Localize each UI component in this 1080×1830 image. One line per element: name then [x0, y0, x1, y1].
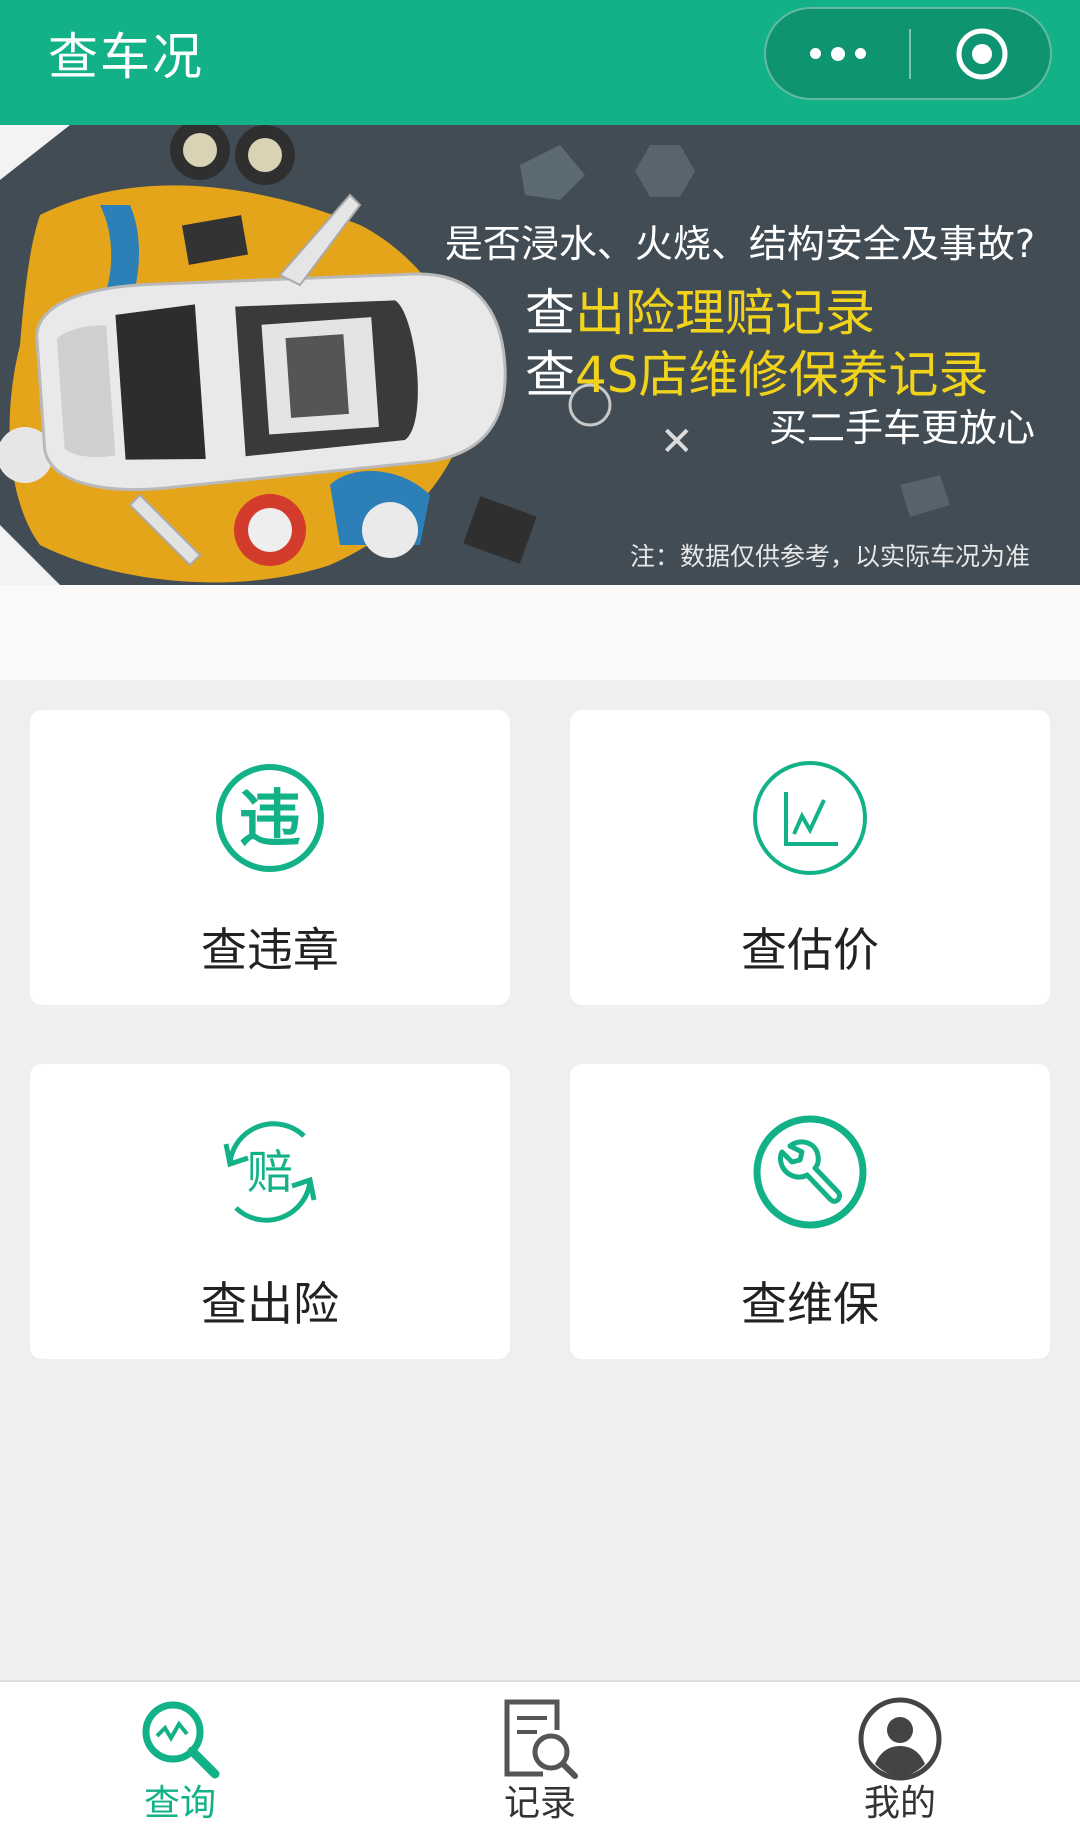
wrench-icon	[753, 1115, 867, 1229]
promo-banner[interactable]: ✕ 是否浸水、火烧、结构安全及事故? 查出险理赔记录 查4S店维修保养记录 买二…	[0, 125, 1080, 585]
card-label: 查违章	[201, 923, 339, 977]
card-label: 查出险	[201, 1277, 339, 1331]
banner-spacer	[0, 585, 1080, 680]
card-check-maintenance[interactable]: 查维保	[570, 1064, 1050, 1359]
more-button[interactable]	[766, 9, 909, 98]
card-check-valuation[interactable]: 查估价	[570, 710, 1050, 1005]
card-label: 查维保	[741, 1277, 879, 1331]
records-icon	[504, 1699, 578, 1779]
nav-header: 查车况	[0, 0, 1080, 125]
tab-label: 记录	[503, 1783, 576, 1824]
page: 查车况 ✕ 是否浸水、火烧、结构安全及事故? 查出险理赔记录 查4S店维修保养记…	[0, 0, 1080, 1830]
profile-icon	[858, 1697, 942, 1781]
claim-icon: 赔	[223, 1121, 317, 1223]
menu-capsule	[764, 7, 1052, 100]
card-check-claims[interactable]: 赔 查出险	[30, 1064, 510, 1359]
tab-query[interactable]: 查询	[80, 1682, 280, 1830]
tab-label: 我的	[863, 1783, 936, 1824]
svg-text:赔: 赔	[247, 1145, 293, 1199]
chart-icon	[753, 761, 867, 875]
violation-icon: 违	[216, 764, 324, 872]
close-button[interactable]	[911, 9, 1052, 98]
tab-records[interactable]: 记录	[440, 1682, 640, 1830]
search-icon	[142, 1701, 220, 1779]
banner-headline: 是否浸水、火烧、结构安全及事故?	[444, 222, 1035, 266]
card-label: 查估价	[741, 923, 879, 977]
banner-note: 注：数据仅供参考，以实际车况为准	[629, 542, 1030, 571]
target-close-icon	[956, 28, 1007, 79]
tab-mine[interactable]: 我的	[800, 1682, 1000, 1830]
banner-tagline: 买二手车更放心	[768, 406, 1035, 450]
tab-label: 查询	[143, 1783, 216, 1824]
more-dots-icon	[809, 46, 866, 61]
card-check-violation[interactable]: 违 查违章	[30, 710, 510, 1005]
banner-text: 是否浸水、火烧、结构安全及事故? 查出险理赔记录 查4S店维修保养记录 买二手车…	[0, 125, 1080, 585]
page-title: 查车况	[48, 28, 204, 86]
svg-text:违: 违	[239, 782, 301, 855]
bottom-tab-bar: 查询 记录 我的	[0, 1680, 1080, 1830]
